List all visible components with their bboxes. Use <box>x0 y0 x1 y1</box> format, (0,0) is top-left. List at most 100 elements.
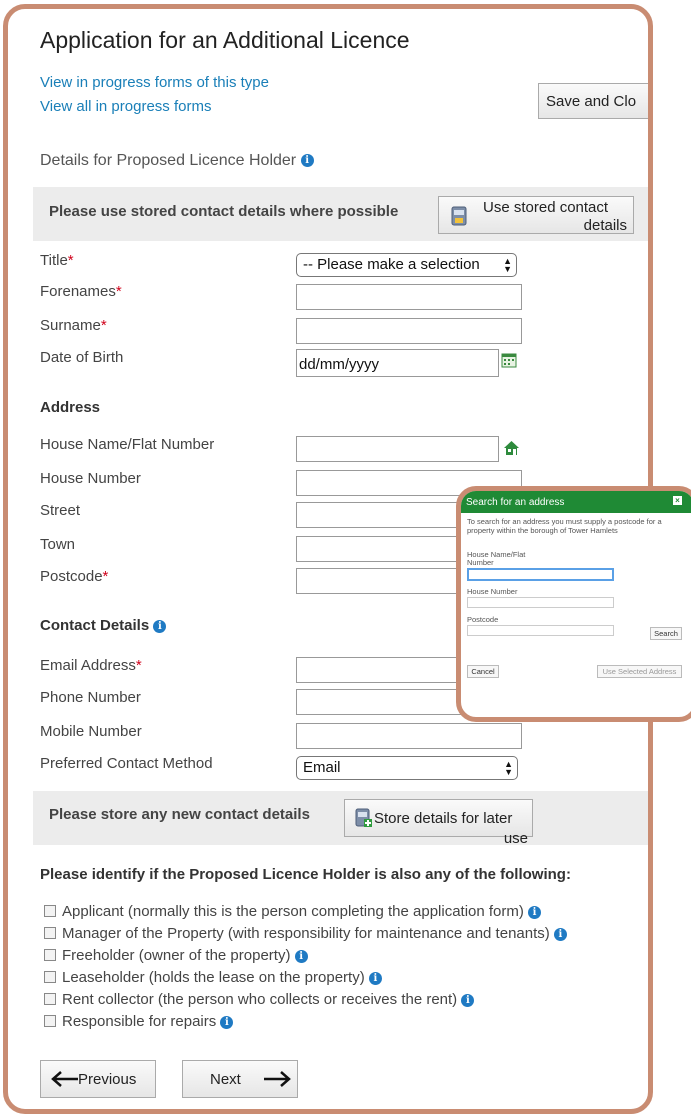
info-icon[interactable]: i <box>294 949 308 963</box>
postcode-label: Postcode* <box>40 568 108 585</box>
phone-label: Phone Number <box>40 689 141 706</box>
title-label-text: Title <box>40 252 68 269</box>
next-button[interactable]: Next <box>182 1060 298 1098</box>
forenames-input[interactable] <box>296 284 522 310</box>
checkbox[interactable] <box>44 926 56 939</box>
checkbox[interactable] <box>44 1014 56 1027</box>
identify-heading: Please identify if the Proposed Licence … <box>40 866 571 883</box>
email-label-text: Email Address <box>40 657 136 674</box>
option-applicant[interactable]: Applicant (normally this is the person c… <box>44 903 542 920</box>
checkbox[interactable] <box>44 904 56 917</box>
checkbox[interactable] <box>44 948 56 961</box>
stored-contacts-text: Please use stored contact details where … <box>49 203 399 220</box>
previous-label: Previous <box>78 1071 137 1088</box>
surname-input[interactable] <box>296 318 522 344</box>
preferred-contact-select[interactable]: Email ▲ ▼ <box>296 756 518 780</box>
option-rent-collector[interactable]: Rent collector (the person who collects … <box>44 991 475 1008</box>
house-name-input[interactable] <box>296 436 499 462</box>
required-marker: * <box>102 568 109 585</box>
preferred-contact-label: Preferred Contact Method <box>40 755 213 772</box>
dialog-use-selected-button[interactable]: Use Selected Address <box>597 665 682 678</box>
info-icon[interactable]: i <box>300 154 314 168</box>
dialog-house-name-label-line2: Number <box>467 558 494 567</box>
store-details-icon <box>355 808 373 832</box>
forenames-label-text: Forenames <box>40 283 116 300</box>
next-label: Next <box>210 1071 241 1088</box>
option-text: Freeholder (owner of the property) <box>62 947 291 964</box>
info-icon[interactable]: i <box>553 927 567 941</box>
surname-label: Surname* <box>40 317 107 334</box>
select-arrows-icon: ▲ ▼ <box>504 759 513 777</box>
house-name-label: House Name/Flat Number <box>40 436 215 453</box>
option-leaseholder[interactable]: Leaseholder (holds the lease on the prop… <box>44 969 382 986</box>
calendar-icon[interactable] <box>501 352 517 373</box>
dialog-house-number-label: House Number <box>467 587 518 596</box>
arrow-right-icon <box>262 1069 292 1093</box>
town-label: Town <box>40 536 76 553</box>
house-search-icon[interactable] <box>503 440 520 461</box>
use-stored-contact-button[interactable]: Use stored contact details <box>438 196 634 234</box>
dob-input[interactable]: dd/mm/yyyy <box>296 349 499 377</box>
info-icon[interactable]: i <box>528 905 542 919</box>
street-label: Street <box>40 502 81 519</box>
previous-button[interactable]: Previous <box>40 1060 156 1098</box>
dialog-intro-line1: To search for an address you must supply… <box>467 517 662 526</box>
dialog-house-number-input[interactable] <box>467 597 614 608</box>
close-icon[interactable]: × <box>673 496 682 505</box>
use-stored-label-line2: details <box>583 217 627 234</box>
dialog-title: Search for an address <box>466 497 565 508</box>
store-details-label-line2: use <box>503 830 528 847</box>
mobile-label: Mobile Number <box>40 723 142 740</box>
page-title: Application for an Additional Licence <box>40 27 410 53</box>
store-details-label-line1: Store details for later <box>374 810 513 827</box>
info-icon[interactable]: i <box>153 619 167 633</box>
mobile-input[interactable] <box>296 723 522 749</box>
dob-label: Date of Birth <box>40 349 124 366</box>
title-label: Title* <box>40 252 74 269</box>
email-label: Email Address* <box>40 657 142 674</box>
contact-details-heading-text: Contact Details <box>40 617 150 634</box>
dialog-house-name-input[interactable] <box>467 568 614 581</box>
option-text: Manager of the Property (with responsibi… <box>62 925 550 942</box>
required-marker: * <box>67 252 74 269</box>
surname-label-text: Surname <box>40 317 101 334</box>
checkbox[interactable] <box>44 992 56 1005</box>
dialog-postcode-label: Postcode <box>467 615 499 624</box>
info-icon[interactable]: i <box>461 993 475 1007</box>
title-select-value: -- Please make a selection <box>303 256 480 273</box>
link-in-progress-this-type[interactable]: View in progress forms of this type <box>40 74 269 91</box>
house-number-label: House Number <box>40 470 141 487</box>
option-manager[interactable]: Manager of the Property (with responsibi… <box>44 925 567 942</box>
save-and-close-button[interactable]: Save and Clo <box>538 83 648 119</box>
dialog-header: Search for an address <box>461 491 691 513</box>
checkbox[interactable] <box>44 970 56 983</box>
info-icon[interactable]: i <box>368 971 382 985</box>
select-arrows-icon: ▲ ▼ <box>501 256 512 274</box>
dialog-intro-line2: property within the borough of Tower Ham… <box>467 526 618 535</box>
info-icon[interactable]: i <box>220 1015 234 1029</box>
dialog-search-button[interactable]: Search <box>650 627 682 640</box>
title-select[interactable]: -- Please make a selection ▲ ▼ <box>296 253 517 277</box>
section-title-text: Details for Proposed Licence Holder <box>40 152 297 169</box>
option-freeholder[interactable]: Freeholder (owner of the property) i <box>44 947 308 964</box>
option-text: Applicant (normally this is the person c… <box>62 903 524 920</box>
store-details-button[interactable]: Store details for later use <box>344 799 533 847</box>
preferred-contact-value: Email <box>303 759 341 776</box>
option-text: Rent collector (the person who collects … <box>62 991 458 1008</box>
section-title: Details for Proposed Licence Holder i <box>40 152 314 170</box>
required-marker: * <box>135 657 142 674</box>
use-stored-label-line1: Use stored contact <box>483 199 609 216</box>
dialog-cancel-button[interactable]: Cancel <box>467 665 499 678</box>
store-details-text: Please store any new contact details <box>49 806 310 823</box>
link-all-in-progress[interactable]: View all in progress forms <box>40 98 211 115</box>
option-repairs[interactable]: Responsible for repairs i <box>44 1013 234 1030</box>
contact-details-heading: Contact Details i <box>40 617 167 634</box>
contact-card-icon <box>451 206 467 226</box>
required-marker: * <box>115 283 122 300</box>
postcode-label-text: Postcode <box>40 568 103 585</box>
required-marker: * <box>100 317 107 334</box>
option-text: Leaseholder (holds the lease on the prop… <box>62 969 365 986</box>
dialog-postcode-input[interactable] <box>467 625 614 636</box>
address-heading: Address <box>40 399 101 416</box>
address-search-dialog: Search for an address × To search for an… <box>456 486 691 722</box>
